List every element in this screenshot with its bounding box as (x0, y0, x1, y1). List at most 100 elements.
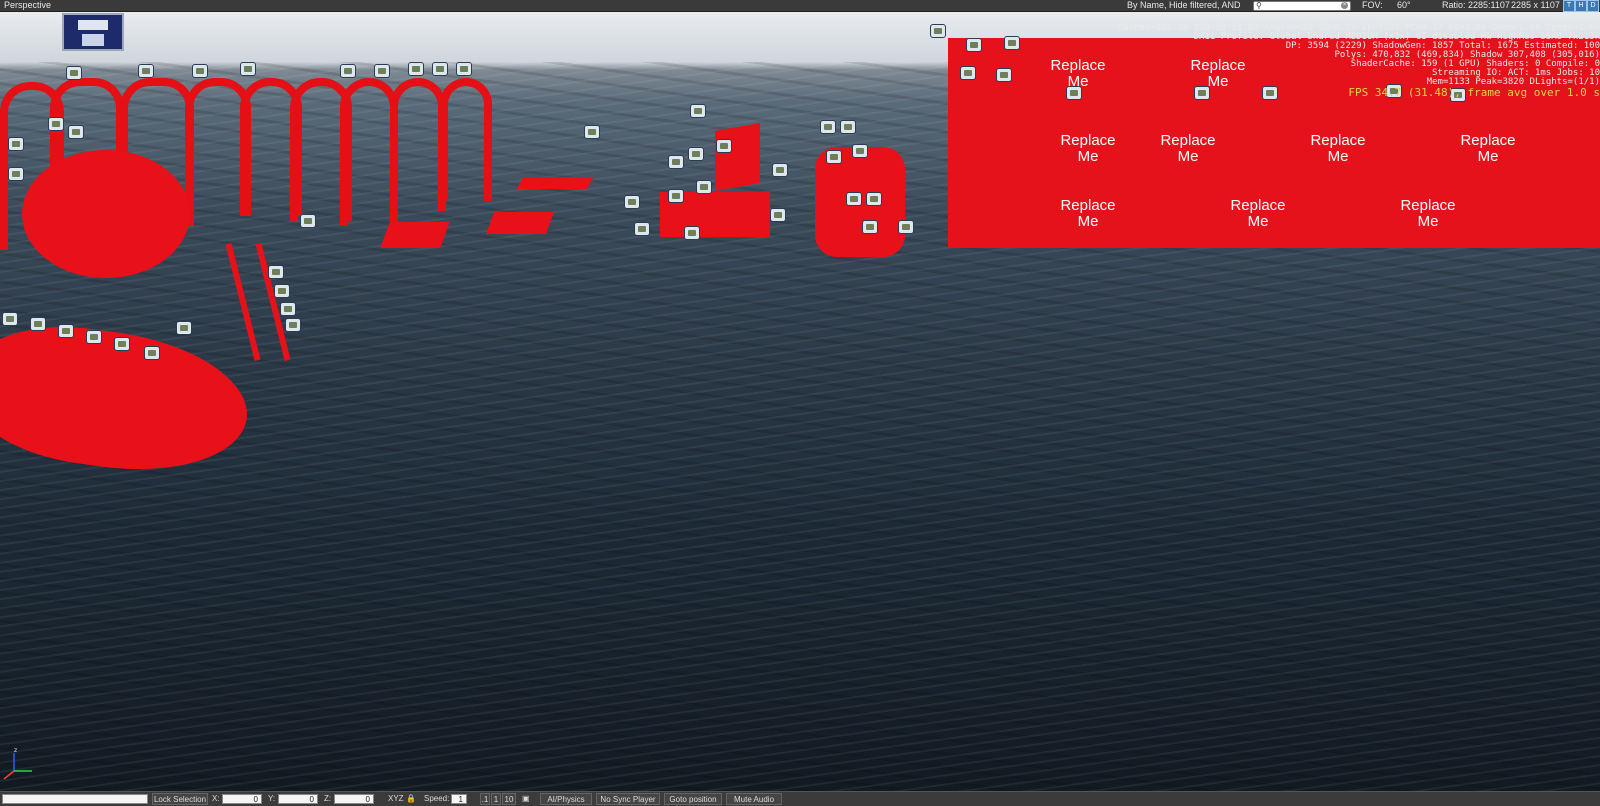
entity-marker-icon[interactable] (966, 38, 982, 52)
x-coordinate-field[interactable]: 0 (222, 794, 262, 804)
replace-me-decal: Replace Me (1400, 197, 1456, 230)
replace-me-decal: Replace Me (1160, 132, 1216, 165)
entity-marker-icon[interactable] (144, 346, 160, 360)
entity-marker-icon[interactable] (688, 147, 704, 161)
entity-marker-icon[interactable] (408, 62, 424, 76)
entity-marker-icon[interactable] (280, 302, 296, 316)
entity-marker-icon[interactable] (274, 284, 290, 298)
ai-physics-button[interactable]: AI/Physics (540, 793, 592, 805)
entity-marker-icon[interactable] (300, 214, 316, 228)
entity-marker-icon[interactable] (624, 195, 640, 209)
replace-me-decal: Replace Me (1060, 197, 1116, 230)
entity-marker-icon[interactable] (138, 64, 154, 78)
entity-marker-icon[interactable] (584, 125, 600, 139)
entity-marker-icon[interactable] (634, 222, 650, 236)
red-sphere-object[interactable] (22, 150, 190, 278)
entity-marker-icon[interactable] (48, 117, 64, 131)
entity-marker-icon[interactable] (68, 125, 84, 139)
z-coordinate-field[interactable]: 0 (334, 794, 374, 804)
speed-preset-button[interactable]: 1 (491, 793, 501, 805)
replace-me-decal: Replace Me (1060, 132, 1116, 165)
entity-marker-icon[interactable] (770, 208, 786, 222)
entity-marker-icon[interactable] (668, 155, 684, 169)
entity-marker-icon[interactable] (898, 220, 914, 234)
entity-marker-icon[interactable] (176, 321, 192, 335)
filter-mode-label[interactable]: By Name, Hide filtered, AND (1127, 0, 1241, 11)
search-icon: ⚲ (1256, 1, 1262, 10)
entity-marker-icon[interactable] (960, 66, 976, 80)
replace-me-decal: Replace Me (1460, 132, 1516, 165)
entity-marker-icon[interactable] (8, 137, 24, 151)
viewport-title: Perspective (4, 0, 52, 10)
fps-readout: FPS 34.7 (31.48), frame avg over 1.0 s (1348, 86, 1600, 99)
goto-position-button[interactable]: Goto position (664, 793, 722, 805)
clear-search-icon[interactable]: × (1341, 2, 1348, 9)
search-input[interactable]: ⚲ × (1253, 1, 1351, 11)
fov-label: FOV: (1362, 0, 1383, 10)
entity-marker-icon[interactable] (690, 104, 706, 118)
entity-marker-icon[interactable] (114, 337, 130, 351)
toolbar-h-button[interactable]: H (1575, 0, 1587, 12)
debug-stats-overlay: CamPos=282.10 193.53 51.03 Angle=-26 ZN=… (1000, 24, 1600, 99)
xyz-toggle[interactable]: XYZ (388, 792, 404, 806)
no-sync-player-button[interactable]: No Sync Player (596, 793, 660, 805)
entity-marker-icon[interactable] (8, 167, 24, 181)
entity-marker-icon[interactable] (846, 192, 862, 206)
viewport-toolbar: Perspective By Name, Hide filtered, AND … (0, 0, 1600, 12)
platform-object[interactable] (715, 123, 760, 191)
entity-marker-icon[interactable] (826, 150, 842, 164)
svg-text:z: z (14, 747, 17, 754)
entity-marker-icon[interactable] (240, 62, 256, 76)
deck-chair-object[interactable] (485, 212, 555, 234)
entity-marker-icon[interactable] (374, 64, 390, 78)
x-label: X: (212, 794, 220, 803)
3d-viewport[interactable]: Replace Me Replace Me Replace Me Replace… (0, 12, 1600, 792)
entity-marker-icon[interactable] (58, 324, 74, 338)
entity-marker-icon[interactable] (432, 62, 448, 76)
entity-marker-icon[interactable] (86, 330, 102, 344)
speed-preset-button[interactable]: 10 (502, 793, 516, 805)
deck-chair-object[interactable] (380, 222, 450, 248)
entity-marker-icon[interactable] (192, 64, 208, 78)
entity-marker-icon[interactable] (668, 189, 684, 203)
entity-marker-icon[interactable] (930, 24, 946, 38)
entity-marker-icon[interactable] (340, 64, 356, 78)
status-message-field (2, 794, 148, 804)
entity-marker-icon[interactable] (772, 163, 788, 177)
y-label: Y: (268, 794, 276, 803)
mute-audio-button[interactable]: Mute Audio (726, 793, 782, 805)
entity-marker-icon[interactable] (852, 144, 868, 158)
entity-marker-icon[interactable] (716, 139, 732, 153)
entity-marker-icon[interactable] (30, 317, 46, 331)
replace-me-decal: Replace Me (1230, 197, 1286, 230)
lock-selection-button[interactable]: Lock Selection (152, 793, 208, 805)
arch-object[interactable] (440, 78, 492, 201)
status-bar: Lock Selection X: 0 Y: 0 Z: 0 XYZ 🔒 Spee… (0, 791, 1600, 806)
entity-marker-icon[interactable] (2, 312, 18, 326)
entity-marker-icon[interactable] (696, 180, 712, 194)
arch-object[interactable] (390, 78, 446, 211)
deck-chair-object[interactable] (516, 177, 594, 189)
entity-marker-icon[interactable] (456, 62, 472, 76)
speed-field[interactable]: 1 (451, 794, 467, 804)
save-icon[interactable] (62, 13, 124, 51)
lock-icon[interactable]: 🔒 (406, 792, 416, 806)
entity-marker-icon[interactable] (840, 120, 856, 134)
resolution-value[interactable]: 2285 x 1107 (1511, 0, 1560, 11)
ratio-label: Ratio: 2285:1107 (1442, 0, 1510, 10)
axis-gizmo-icon: z (3, 747, 32, 780)
toolbar-d-button[interactable]: D (1587, 0, 1599, 12)
y-coordinate-field[interactable]: 0 (278, 794, 318, 804)
entity-marker-icon[interactable] (66, 66, 82, 80)
entity-marker-icon[interactable] (268, 265, 284, 279)
replace-me-decal: Replace Me (1310, 132, 1366, 165)
entity-marker-icon[interactable] (285, 318, 301, 332)
entity-marker-icon[interactable] (866, 192, 882, 206)
fov-value[interactable]: 60° (1397, 0, 1411, 11)
camera-icon[interactable]: ▣ (522, 792, 530, 806)
speed-preset-button[interactable]: .1 (480, 793, 490, 805)
entity-marker-icon[interactable] (684, 226, 700, 240)
toolbar-t-button[interactable]: T (1563, 0, 1575, 12)
entity-marker-icon[interactable] (862, 220, 878, 234)
entity-marker-icon[interactable] (820, 120, 836, 134)
